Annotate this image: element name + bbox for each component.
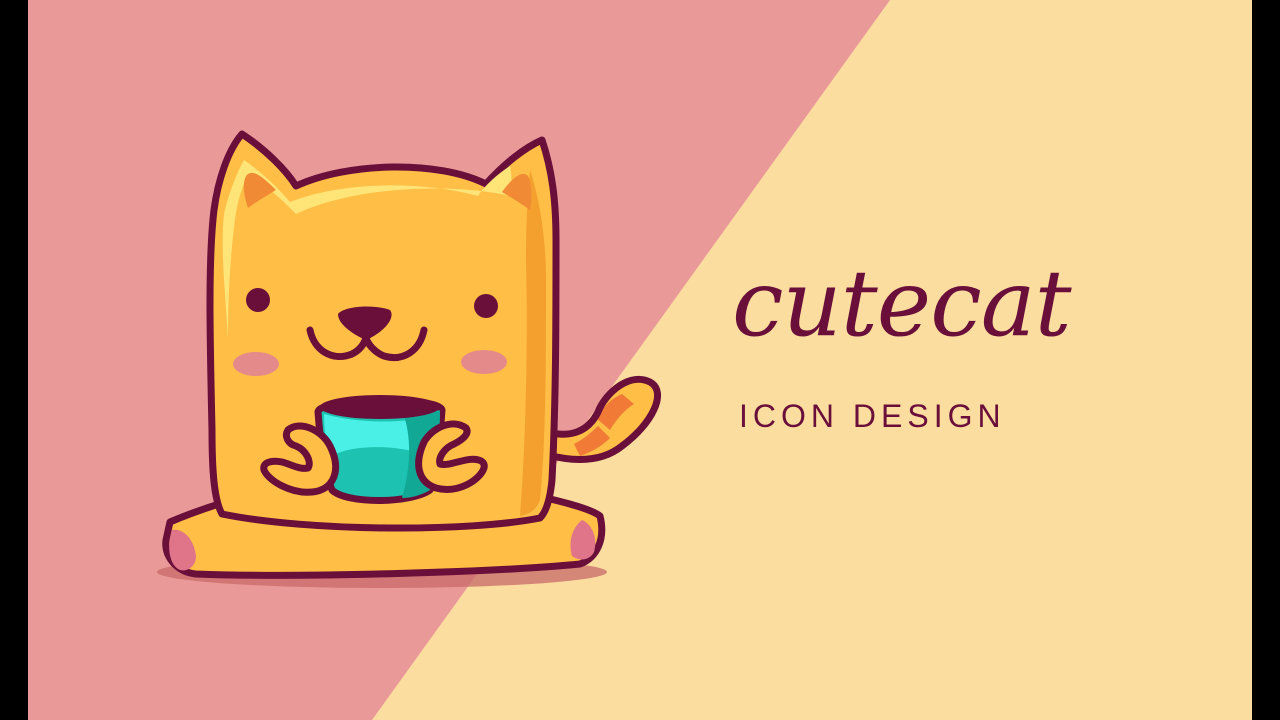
left-eye [246,288,270,312]
right-eye [474,294,498,318]
cat-illustration-scene [28,0,1252,720]
thumbnail-canvas: cutecat ICON DESIGN [0,0,1280,720]
title: cutecat [732,250,1072,357]
subtitle: ICON DESIGN [739,398,1006,434]
right-blush [461,350,507,374]
left-blush [233,352,279,376]
